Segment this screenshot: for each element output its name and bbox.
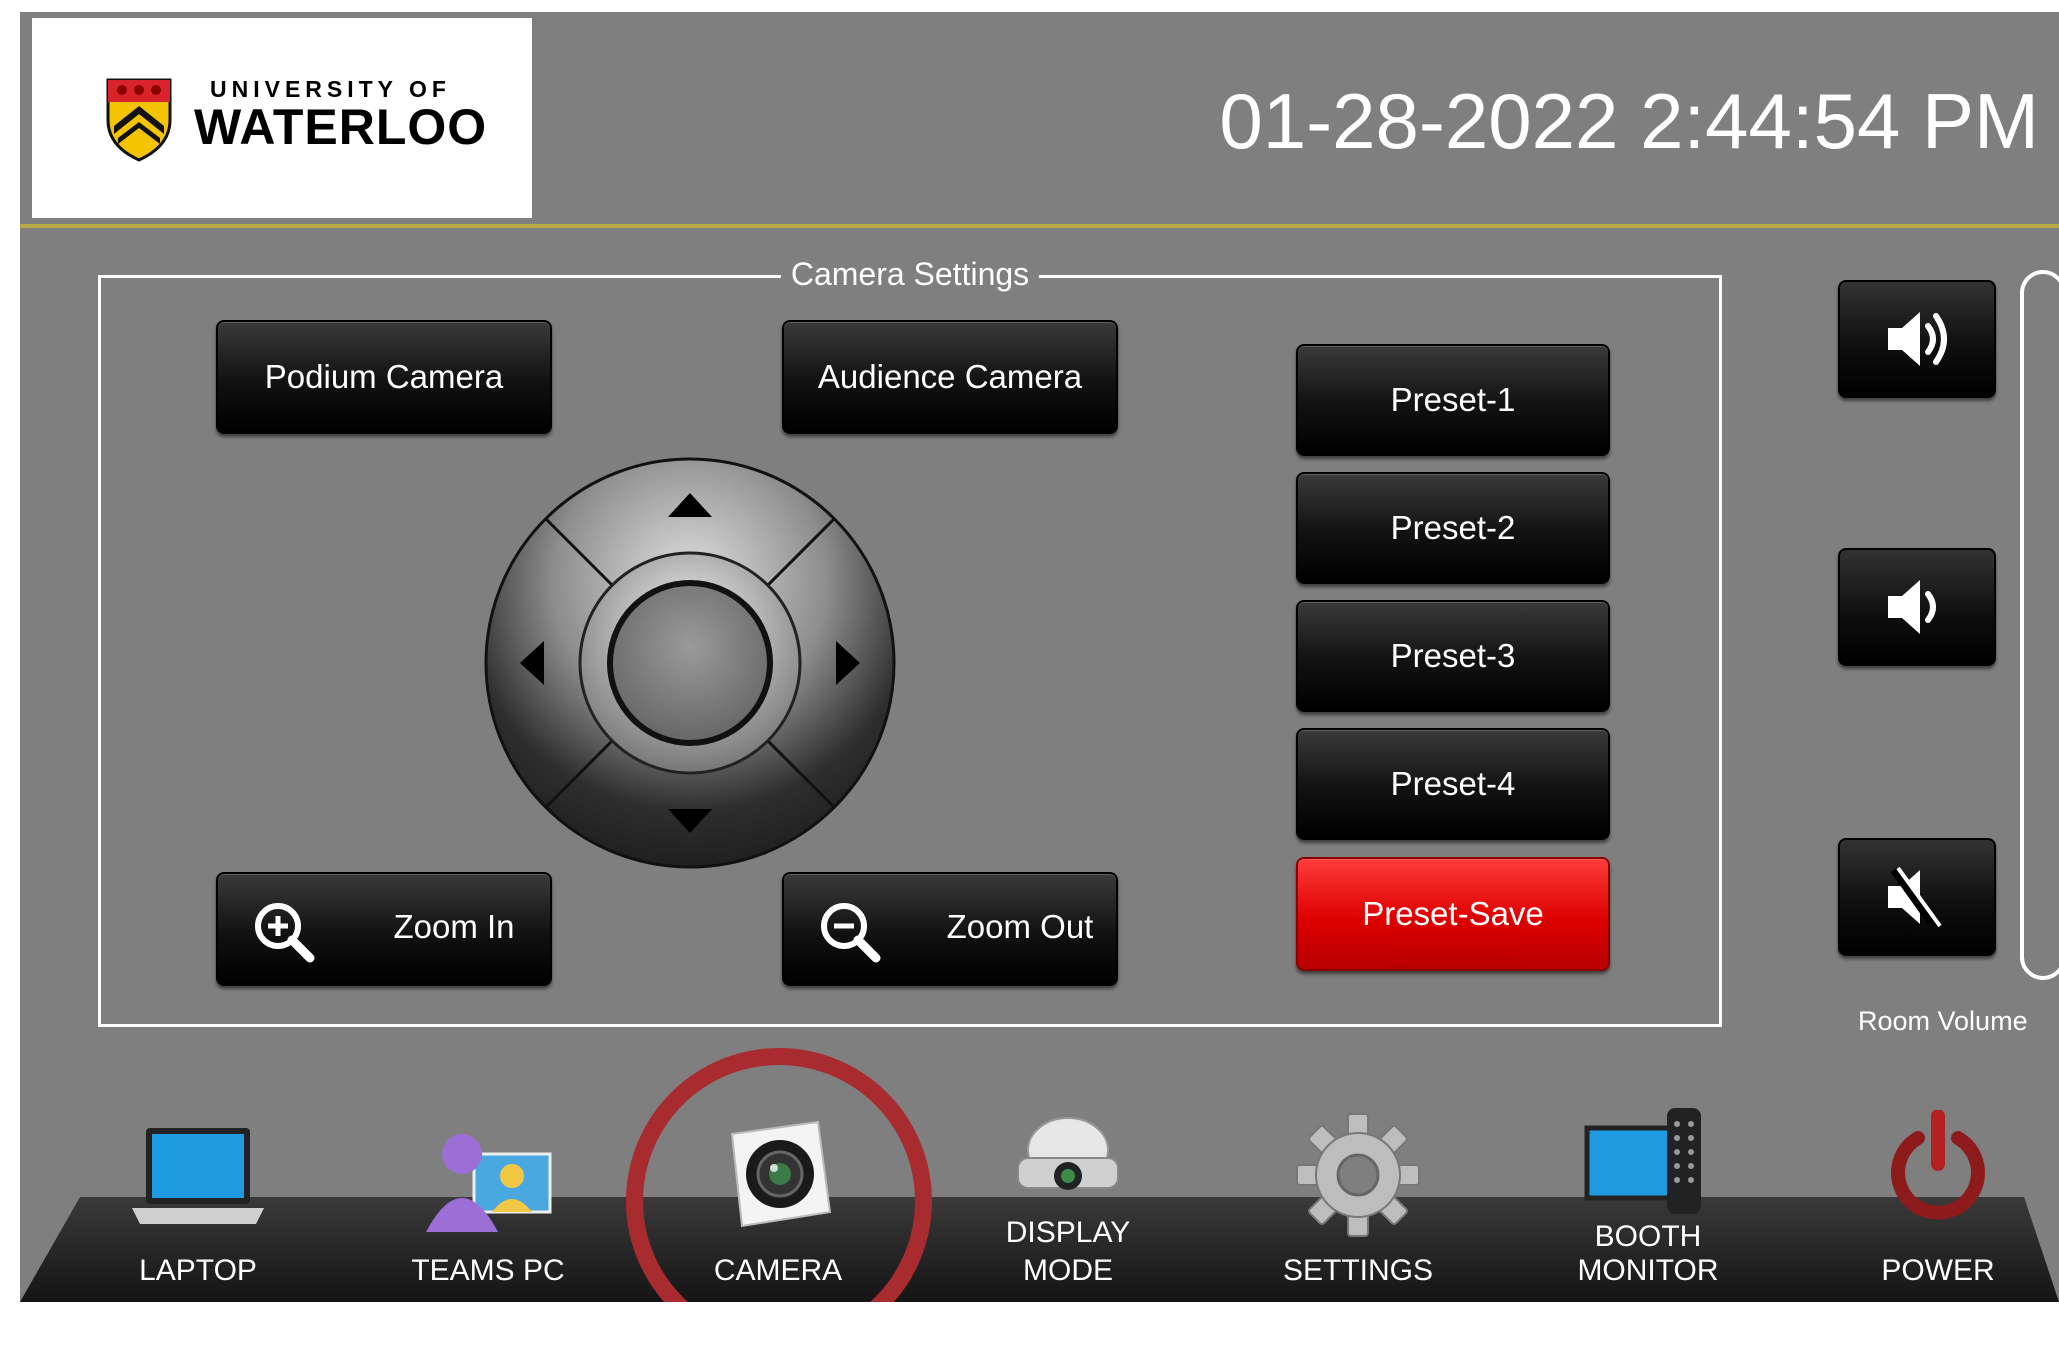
zoom-out-button[interactable]: Zoom Out: [782, 872, 1118, 986]
pad-center-button[interactable]: [607, 580, 773, 746]
university-logo: UNIVERSITY OF WATERLOO: [32, 18, 532, 218]
volume-up-icon: [1888, 312, 1947, 366]
podium-camera-button[interactable]: Podium Camera: [216, 320, 552, 434]
volume-up-button[interactable]: [1838, 280, 1996, 398]
nav-teams-pc-label: TEAMS PC: [411, 1254, 565, 1287]
nav-settings[interactable]: SETTINGS: [1228, 1082, 1488, 1302]
preset-4-label: Preset-4: [1390, 765, 1516, 802]
zoom-in-button[interactable]: Zoom In: [216, 872, 552, 986]
laptop-icon: [132, 1128, 264, 1224]
camera-icon: [730, 1120, 832, 1228]
header-divider: [20, 224, 2059, 228]
preset-3-button[interactable]: Preset-3: [1296, 600, 1610, 712]
preset-save-button[interactable]: Preset-Save: [1296, 857, 1610, 971]
nav-power-label: POWER: [1881, 1254, 1995, 1287]
volume-down-icon: [1888, 580, 1936, 634]
nav-booth-monitor[interactable]: BOOTH MONITOR: [1518, 1082, 1778, 1302]
zoom-in-label: Zoom In: [393, 908, 515, 945]
nav-laptop[interactable]: LAPTOP: [68, 1082, 328, 1302]
preset-2-button[interactable]: Preset-2: [1296, 472, 1610, 584]
nav-settings-label: SETTINGS: [1282, 1254, 1433, 1287]
control-panel-screen: UNIVERSITY OF WATERLOO 01-28-2022 2:44:5…: [20, 12, 2059, 1302]
date-time-display: 01-28-2022 2:44:54 PM: [1219, 77, 2039, 165]
nav-booth-label-line1: BOOTH: [1594, 1220, 1702, 1253]
preset-1-label: Preset-1: [1390, 381, 1516, 418]
crest-icon: [106, 78, 172, 162]
room-volume-label: Room Volume: [1858, 1006, 2028, 1036]
podium-camera-label: Podium Camera: [264, 358, 504, 395]
nav-booth-label-line2: MONITOR: [1577, 1254, 1719, 1287]
nav-display-label-line2: MODE: [1023, 1254, 1113, 1287]
zoom-out-icon: [821, 903, 881, 963]
gear-icon: [1296, 1113, 1420, 1237]
zoom-in-icon: [255, 903, 315, 963]
power-icon: [1891, 1110, 1985, 1220]
audience-camera-button[interactable]: Audience Camera: [782, 320, 1118, 434]
nav-teams-pc[interactable]: TEAMS PC: [358, 1082, 618, 1302]
nav-power[interactable]: POWER: [1808, 1082, 2059, 1302]
projector-icon: [1017, 1117, 1119, 1190]
panel-title: Camera Settings: [780, 256, 1040, 293]
camera-direction-pad: [484, 457, 896, 869]
preset-save-label: Preset-Save: [1362, 895, 1544, 932]
nav-laptop-label: LAPTOP: [139, 1254, 257, 1287]
volume-slider-track[interactable]: [2020, 270, 2059, 980]
nav-camera-label: CAMERA: [713, 1254, 843, 1287]
volume-down-button[interactable]: [1838, 548, 1996, 666]
preset-2-label: Preset-2: [1390, 509, 1516, 546]
volume-mute-icon: [1888, 866, 1942, 929]
nav-display-mode[interactable]: DISPLAY MODE: [938, 1082, 1198, 1302]
logo-text-waterloo: WATERLOO: [194, 99, 488, 155]
preset-3-label: Preset-3: [1390, 637, 1516, 674]
zoom-out-label: Zoom Out: [946, 908, 1094, 945]
volume-mute-button[interactable]: [1838, 838, 1996, 956]
nav-camera[interactable]: CAMERA: [648, 1082, 908, 1302]
nav-display-label-line1: DISPLAY: [1005, 1216, 1131, 1249]
preset-1-button[interactable]: Preset-1: [1296, 344, 1610, 456]
audience-camera-label: Audience Camera: [817, 358, 1083, 395]
teams-pc-icon: [426, 1134, 552, 1232]
preset-4-button[interactable]: Preset-4: [1296, 728, 1610, 840]
monitor-remote-icon: [1584, 1108, 1701, 1214]
